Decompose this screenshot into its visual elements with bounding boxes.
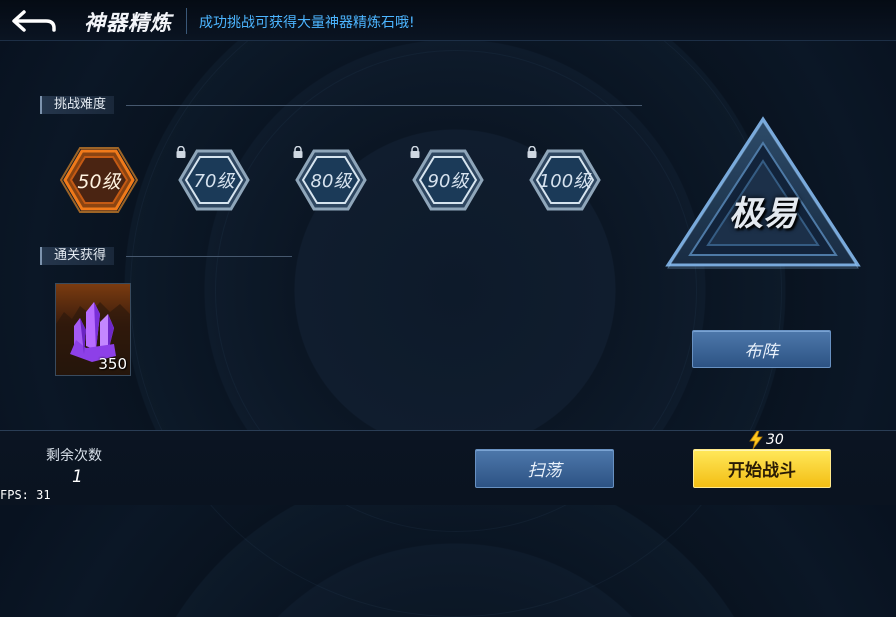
level-label: 100级	[538, 171, 592, 192]
header-tip: 成功挑战可获得大量神器精炼石哦!	[199, 15, 415, 31]
reward-section-header: 通关获得	[40, 247, 292, 267]
level-option[interactable]: 90级	[409, 146, 487, 214]
reward-section-label: 通关获得	[40, 247, 115, 265]
formation-button[interactable]: 布阵	[692, 330, 831, 368]
remaining-attempts-value: 1	[72, 467, 83, 487]
level-label: 90级	[427, 171, 469, 192]
title-divider	[186, 8, 187, 34]
level-option[interactable]: 100级	[526, 146, 604, 214]
background-ring	[130, 0, 782, 617]
sweep-button[interactable]: 扫荡	[475, 449, 614, 488]
level-label: 80级	[310, 171, 352, 192]
back-button[interactable]	[10, 8, 60, 34]
level-option[interactable]: 80级	[292, 146, 370, 214]
difficulty-section-label: 挑战难度	[40, 96, 115, 114]
reward-count: 350	[98, 355, 127, 373]
header-bar: 神器精炼 成功挑战可获得大量神器精炼石哦!	[0, 0, 896, 41]
start-battle-button[interactable]: 开始战斗	[693, 449, 831, 488]
level-label: 50级	[77, 170, 121, 193]
level-option[interactable]: 50级	[60, 146, 138, 214]
energy-cost: 30	[748, 431, 784, 449]
difficulty-text: 极易	[729, 194, 797, 234]
level-option[interactable]: 70级	[175, 146, 253, 214]
section-divider	[126, 105, 642, 106]
back-arrow-icon	[12, 10, 56, 32]
level-label: 70级	[193, 171, 235, 192]
energy-cost-value: 30	[766, 432, 784, 448]
reward-item[interactable]: 350	[55, 283, 131, 376]
remaining-attempts-label: 剩余次数	[46, 448, 102, 464]
page-title: 神器精炼	[84, 11, 172, 35]
fps-counter: FPS: 31	[0, 488, 51, 502]
lightning-icon	[749, 431, 763, 449]
difficulty-section-header: 挑战难度	[40, 96, 642, 116]
section-divider	[126, 256, 292, 257]
